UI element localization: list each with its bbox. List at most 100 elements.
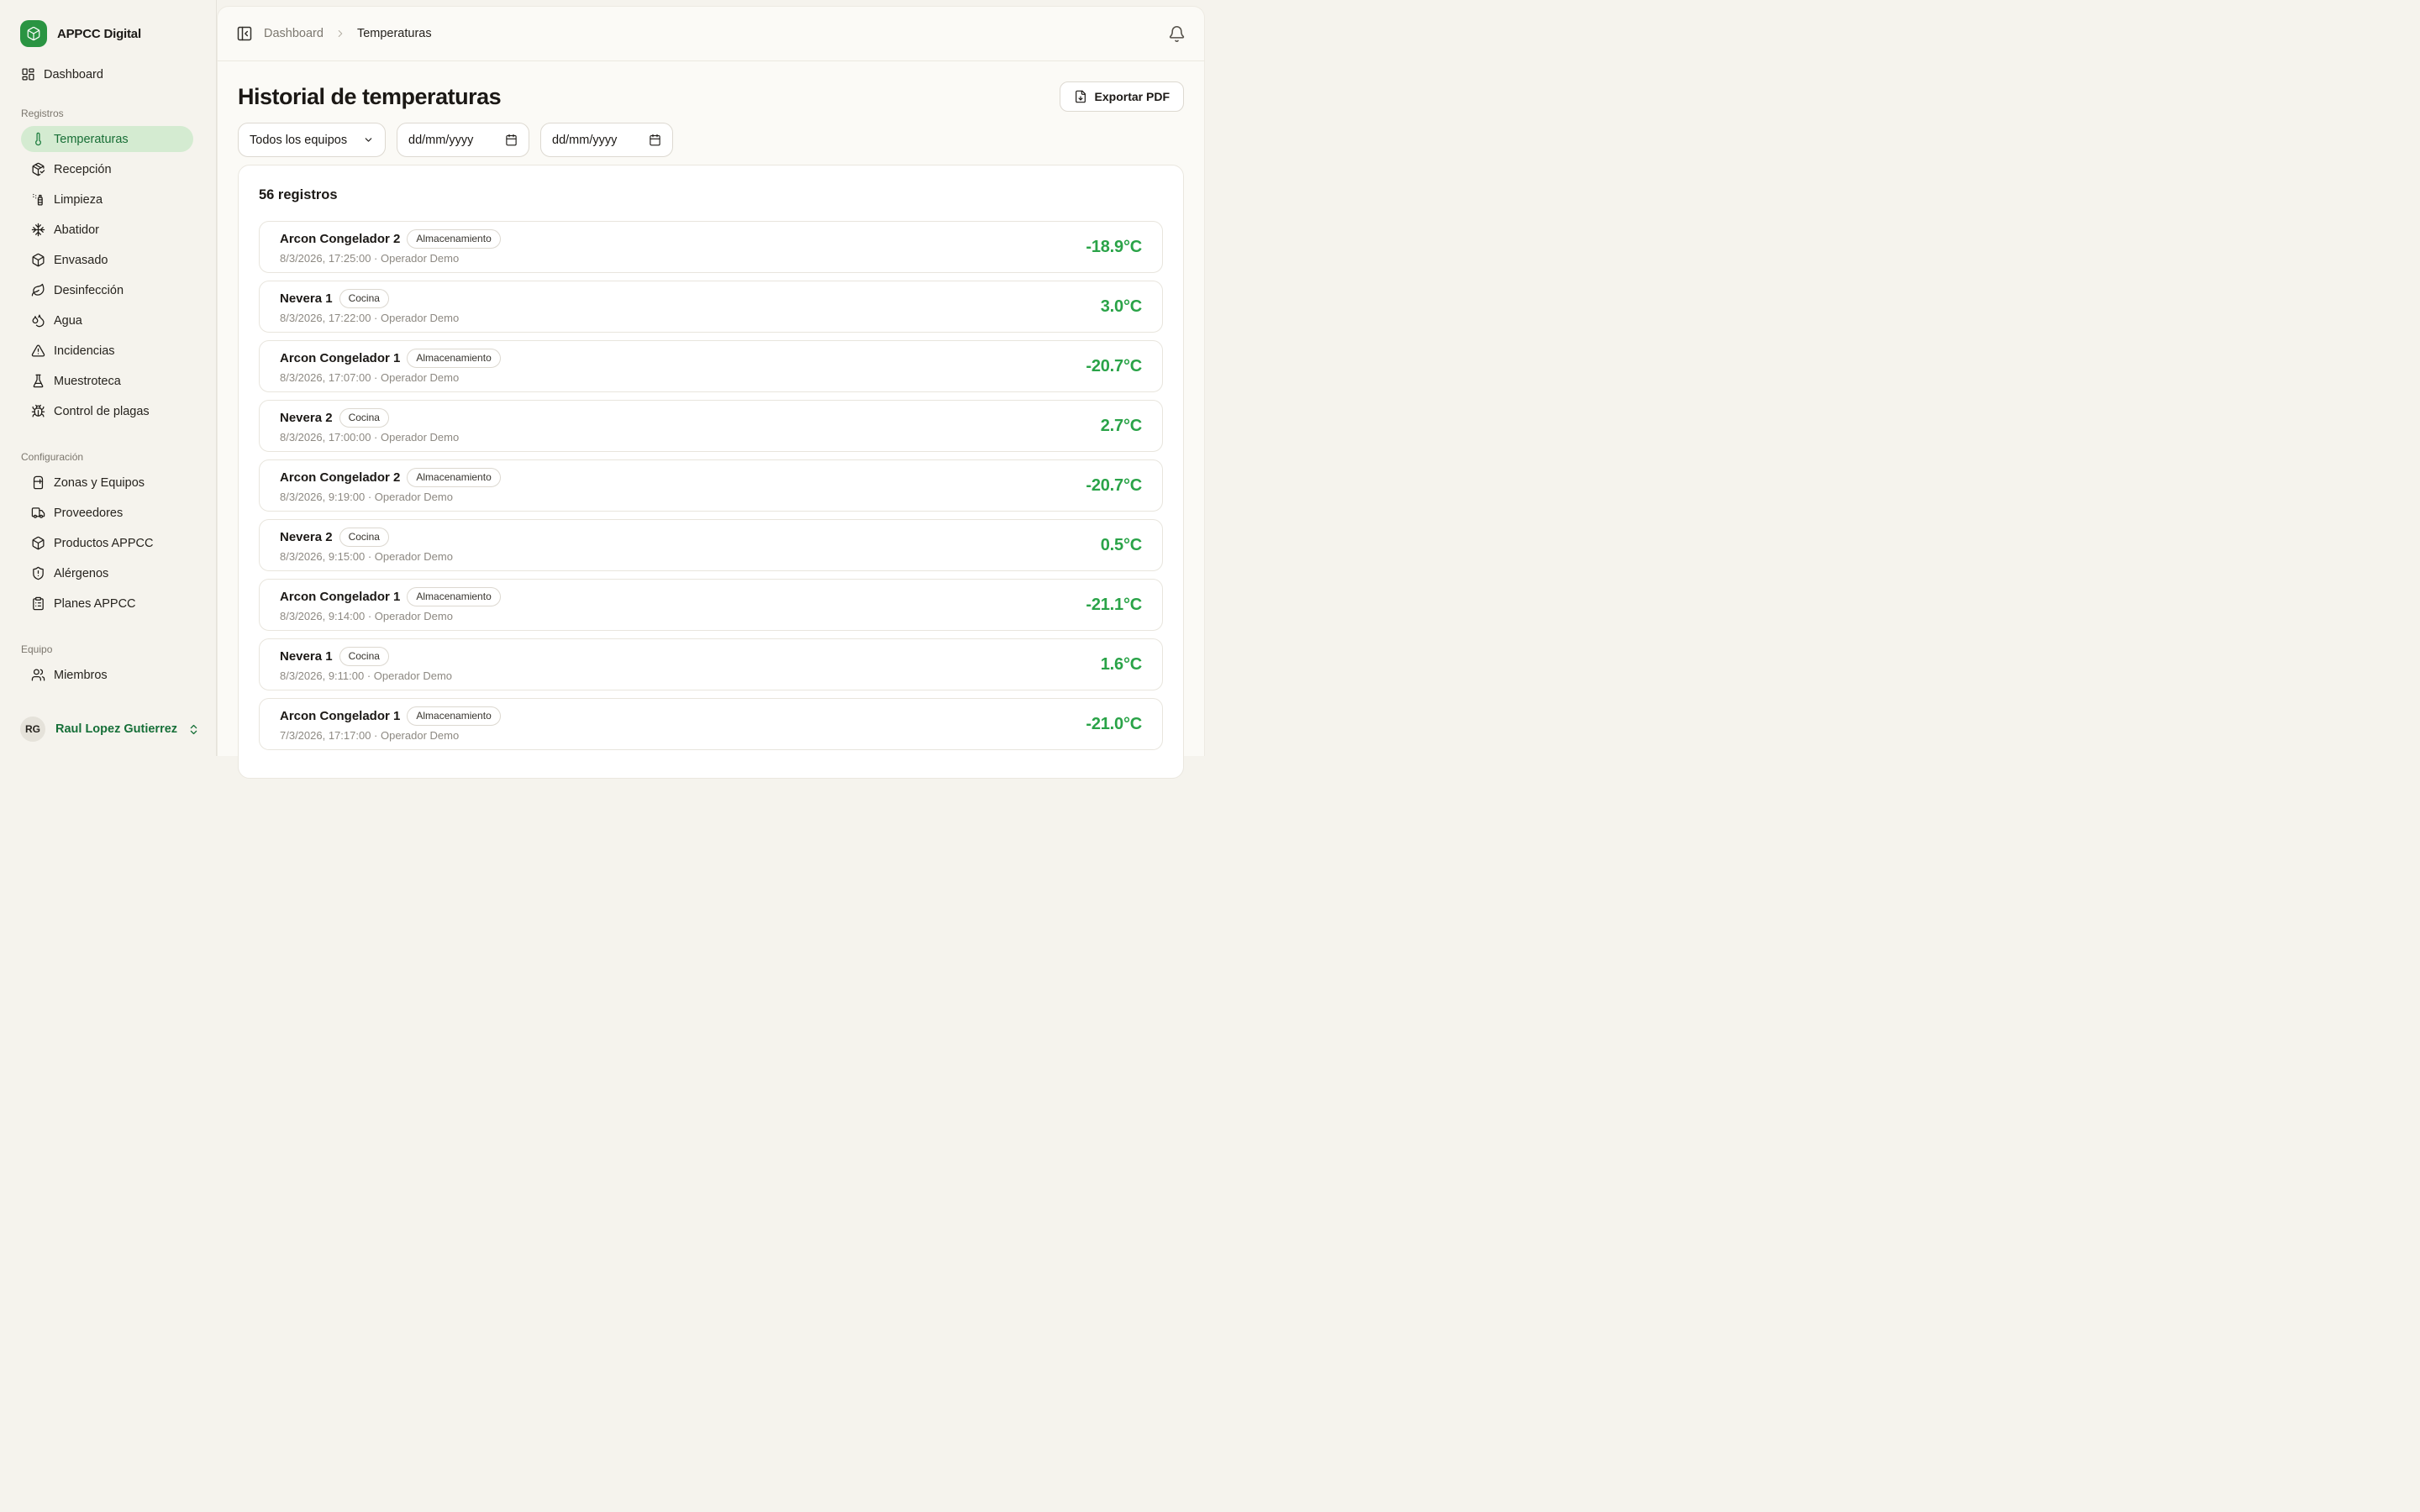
record-row: Nevera 1Cocina8/3/2026, 17:22:00 · Opera… [259,281,1163,333]
sidebar-item-miembros[interactable]: Miembros [21,662,193,688]
user-menu[interactable]: RG Raul Lopez Gutierrez [20,717,200,742]
record-info: Nevera 1Cocina 8/3/2026, 9:11:00 · Operad… [280,647,452,681]
sidebar-item-label: Alérgenos [54,567,108,580]
record-row: Nevera 2Cocina8/3/2026, 9:15:00 · Operad… [259,519,1163,571]
sidebar-item-planes-appcc[interactable]: Planes APPCC [21,591,193,617]
temperature-value: -21.1°C [1086,596,1142,615]
temperature-value: -18.9°C [1086,238,1142,257]
sidebar-item-envasado[interactable]: Envasado [21,247,193,273]
record-title-line: Nevera 2 Cocina [280,408,459,427]
export-pdf-label: Exportar PDF [1095,90,1170,103]
record-meta: 8/3/2026, 9:19:00 · Operador Demo [280,491,501,503]
app-brand: APPCC Digital [0,0,216,47]
logo-package-icon [26,26,41,41]
sidebar-item-label: Agua [54,314,82,328]
sidebar-item-label: Dashboard [44,68,103,81]
sidebar-item-muestroteca[interactable]: Muestroteca [21,368,193,394]
equipment-name: Nevera 1 [280,649,333,664]
sidebar-item-productos-appcc[interactable]: Productos APPCC [21,530,193,556]
bell-icon[interactable] [1168,25,1186,43]
package-icon [31,253,45,267]
sidebar-item-recepcion[interactable]: Recepción [21,156,193,182]
zone-badge: Almacenamiento [407,468,500,486]
sidebar-item-alergenos[interactable]: Alérgenos [21,560,193,586]
record-title-line: Arcon Congelador 1Almacenamiento [280,706,501,725]
temperature-value: -20.7°C [1086,476,1142,496]
equipment-select[interactable]: Todos los equipos [238,123,386,157]
sidebar-item-incidencias[interactable]: Incidencias [21,338,193,364]
breadcrumb-dashboard[interactable]: Dashboard [264,27,324,40]
equipment-name: Arcon Congelador 1 [280,351,400,365]
calendar-icon [649,134,661,146]
record-title-line: Arcon Congelador 2Almacenamiento [280,229,501,248]
sidebar-item-zonas-y-equipos[interactable]: Zonas y Equipos [21,470,193,496]
sidebar-nav: DashboardRegistrosTemperaturasRecepciónL… [0,61,216,688]
record-meta: 8/3/2026, 17:07:00 · Operador Demo [280,371,501,384]
main-panel: Dashboard Temperaturas Historial de temp… [217,6,1205,756]
record-meta: 8/3/2026, 9:15:00 · Operador Demo [280,550,453,563]
record-title-line: Nevera 1Cocina [280,647,452,665]
record-info: Arcon Congelador 1Almacenamiento 8/3/2026… [280,587,501,622]
sidebar-item-label: Temperaturas [54,133,129,146]
calendar-icon [505,134,518,146]
chevron-right-icon [334,28,346,39]
sidebar-item-label: Productos APPCC [54,537,153,550]
breadcrumb-current: Temperaturas [357,27,432,40]
temperature-value: 3.0°C [1101,297,1142,317]
sidebar-item-limpieza[interactable]: Limpieza [21,186,193,213]
equipment-name: Nevera 1 [280,291,333,306]
record-meta: 8/3/2026, 17:25:00 · Operador Demo [280,252,501,265]
record-meta: 8/3/2026, 9:11:00 · Operador Demo [280,669,452,682]
date-to-input[interactable]: dd/mm/yyyy [540,123,673,157]
spray-can-icon [31,192,45,207]
file-down-icon [1074,90,1087,103]
section-label-configuracion: Configuración [21,451,216,463]
app-name: APPCC Digital [57,27,141,41]
sidebar-item-temperaturas[interactable]: Temperaturas [21,126,193,152]
sidebar-toggle-icon[interactable] [236,25,253,42]
record-row: Arcon Congelador 1Almacenamiento 8/3/2026… [259,579,1163,631]
record-row: Arcon Congelador 2Almacenamiento 8/3/2026… [259,221,1163,273]
zone-badge: Cocina [339,408,389,427]
snowflake-icon [31,223,45,237]
sidebar-item-control-de-plagas[interactable]: Control de plagas [21,398,193,424]
sidebar-item-agua[interactable]: Agua [21,307,193,333]
equipment-name: Nevera 2 [280,411,333,425]
chevron-down-icon [363,134,374,145]
records-list: Arcon Congelador 2Almacenamiento 8/3/2026… [259,221,1163,750]
records-card: 56 registros Arcon Congelador 2Almacenam… [238,165,1184,779]
topbar: Dashboard Temperaturas [218,7,1204,61]
sidebar-item-desinfeccion[interactable]: Desinfección [21,277,193,303]
leaf-icon [31,283,45,297]
record-meta: 8/3/2026, 17:22:00 · Operador Demo [280,312,459,324]
sidebar-item-proveedores[interactable]: Proveedores [21,500,193,526]
record-row: Nevera 1Cocina 8/3/2026, 9:11:00 · Operad… [259,638,1163,690]
record-info: Nevera 1Cocina8/3/2026, 17:22:00 · Opera… [280,289,459,323]
export-pdf-button[interactable]: Exportar PDF [1060,81,1184,112]
sidebar-item-label: Abatidor [54,223,99,237]
record-row: Arcon Congelador 1Almacenamiento 7/3/2026… [259,698,1163,750]
date-from-input[interactable]: dd/mm/yyyy [397,123,529,157]
truck-icon [31,506,45,520]
flask-icon [31,374,45,388]
record-info: Arcon Congelador 1Almacenamiento 7/3/2026… [280,706,501,741]
temperature-value: 2.7°C [1101,417,1142,436]
user-name: Raul Lopez Gutierrez [55,722,177,736]
sidebar-item-dashboard[interactable]: Dashboard [21,61,193,87]
equipment-select-value: Todos los equipos [250,134,347,147]
record-info: Nevera 2Cocina8/3/2026, 9:15:00 · Operad… [280,528,453,562]
page-title: Historial de temperaturas [238,84,501,110]
zone-badge: Almacenamiento [407,229,500,248]
date-from-value: dd/mm/yyyy [408,134,473,147]
record-title-line: Arcon Congelador 1Almacenamiento [280,587,501,606]
record-meta: 7/3/2026, 17:17:00 · Operador Demo [280,729,501,742]
record-row: Arcon Congelador 1Almacenamiento8/3/2026… [259,340,1163,392]
app-logo [20,20,47,47]
shield-alert-icon [31,566,45,580]
users-icon [31,668,45,682]
temperature-value: 0.5°C [1101,536,1142,555]
sidebar: APPCC Digital DashboardRegistrosTemperat… [0,0,217,756]
record-meta: 8/3/2026, 9:14:00 · Operador Demo [280,610,501,622]
sidebar-item-label: Limpieza [54,193,103,207]
sidebar-item-abatidor[interactable]: Abatidor [21,217,193,243]
